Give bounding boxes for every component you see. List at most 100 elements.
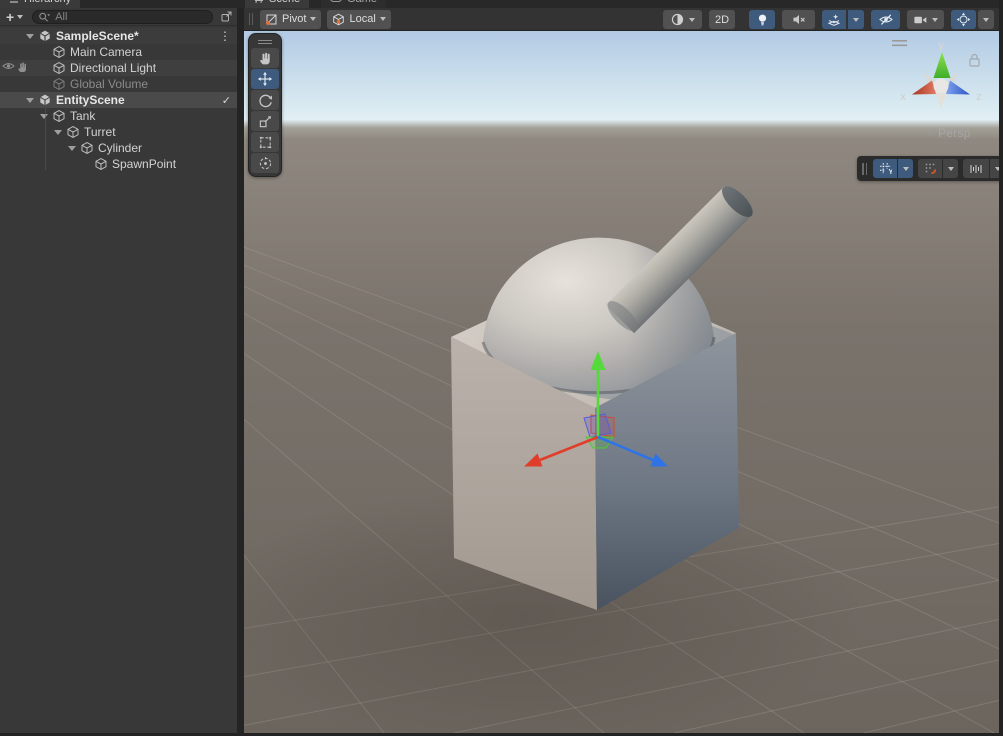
local-space-button[interactable]: Local <box>327 9 391 29</box>
gameobject-cube-icon <box>53 78 65 90</box>
view-hand-tool[interactable] <box>251 48 279 68</box>
hierarchy-row-samplescene[interactable]: SampleScene* ⋮ <box>0 28 237 44</box>
scene-effects-toggle[interactable] <box>822 10 846 29</box>
hierarchy-row-tank[interactable]: Tank <box>0 108 237 124</box>
hierarchy-row-entityscene[interactable]: EntityScene ✓ <box>0 92 237 108</box>
tools-overlay-handle[interactable] <box>251 36 279 47</box>
row-label: Global Volume <box>70 77 149 91</box>
local-icon <box>333 13 345 25</box>
hierarchy-row-spawnpoint[interactable]: SpawnPoint <box>0 156 237 172</box>
plus-icon: + <box>6 8 15 25</box>
grid-snap-dropdown[interactable] <box>943 159 958 178</box>
scene-options-menu[interactable]: ⋮ <box>219 28 231 44</box>
expand-arrow-icon[interactable] <box>68 145 76 151</box>
hierarchy-row-global-volume[interactable]: Global Volume <box>0 76 237 92</box>
row-label: EntityScene <box>56 93 125 107</box>
row-label: Turret <box>84 125 116 139</box>
gizmo-center-cube[interactable] <box>933 78 949 94</box>
search-icon <box>39 12 51 22</box>
chevron-down-icon <box>17 14 24 19</box>
shading-mode-button[interactable] <box>663 10 702 29</box>
window-edge <box>999 0 1003 736</box>
scene-lighting-toggle[interactable] <box>749 10 775 29</box>
local-label: Local <box>349 13 376 25</box>
chevron-down-icon <box>947 166 954 171</box>
search-placeholder: All <box>55 10 68 23</box>
hierarchy-row-directional-light[interactable]: Directional Light <box>0 60 237 76</box>
grid-y-icon: Y <box>879 163 892 175</box>
tab-scene[interactable]: Scene <box>245 0 310 8</box>
gameobject-cube-icon <box>67 126 79 138</box>
grid-snap-button[interactable] <box>918 159 942 178</box>
gameobject-cube-icon <box>95 158 107 170</box>
expand-arrow-icon[interactable] <box>54 129 62 135</box>
axis-z-cone[interactable] <box>946 80 970 95</box>
scene-render <box>244 31 999 733</box>
panel-splitter[interactable] <box>237 8 244 736</box>
visibility-eye-icon[interactable] <box>2 61 15 71</box>
scene-3d-viewport[interactable]: y x z < Persp Y <box>244 31 999 733</box>
gizmos-orbit-icon <box>956 12 971 27</box>
gameobject-cube-icon <box>53 110 65 122</box>
gizmos-dropdown-button[interactable] <box>978 10 994 29</box>
chevron-down-icon <box>983 17 989 22</box>
scene-audio-toggle[interactable] <box>782 10 815 29</box>
projection-mode-label[interactable]: < Persp <box>899 126 999 140</box>
hierarchy-row-cylinder[interactable]: Cylinder <box>0 140 237 156</box>
scale-tool[interactable] <box>251 111 279 131</box>
pivot-mode-button[interactable]: Pivot <box>260 9 322 29</box>
grid-visibility-dropdown[interactable] <box>898 159 913 178</box>
tab-hierarchy[interactable]: Hierarchy <box>0 0 81 8</box>
scene-camera-menu-button[interactable] <box>907 10 944 29</box>
active-scene-check-icon: ✓ <box>221 94 231 107</box>
chevron-down-icon <box>379 17 386 21</box>
hierarchy-tree: SampleScene* ⋮ Main Camera Directional L… <box>0 26 237 172</box>
hierarchy-row-turret[interactable]: Turret <box>0 124 237 140</box>
axis-y-cone[interactable] <box>933 52 951 78</box>
pickability-hand-icon[interactable] <box>17 61 28 73</box>
expand-arrow-icon[interactable] <box>40 113 48 119</box>
axis-y-label: y <box>938 40 944 52</box>
hierarchy-search-input[interactable]: All <box>32 9 213 24</box>
unity-scene-icon <box>40 30 50 41</box>
expand-arrow-icon[interactable] <box>26 97 34 103</box>
pivot-icon <box>266 14 277 25</box>
effects-dropdown-button[interactable] <box>848 10 864 29</box>
rotate-tool[interactable] <box>251 90 279 110</box>
move-icon <box>257 71 273 87</box>
grid-visibility-button[interactable]: Y <box>873 159 897 178</box>
transform-tool[interactable] <box>251 153 279 173</box>
indent-guide-line <box>45 108 46 170</box>
row-label: Main Camera <box>70 45 143 59</box>
axis-z-label: z <box>976 91 982 103</box>
snap-increment-dropdown[interactable] <box>990 159 999 178</box>
axis-x-cone[interactable] <box>912 80 936 95</box>
scene-toolbar-right: 2D <box>663 10 994 29</box>
grid-toolbar-handle[interactable] <box>862 162 867 175</box>
row-label: SampleScene* <box>56 29 139 43</box>
rect-tool-icon <box>259 136 271 148</box>
scene-visibility-toggle[interactable] <box>871 10 900 29</box>
hierarchy-tab-icon <box>10 0 18 3</box>
gizmos-toggle-button[interactable] <box>951 10 976 29</box>
lock-icon[interactable] <box>969 53 980 67</box>
rect-tool[interactable] <box>251 132 279 152</box>
unity-scene-icon <box>40 94 50 105</box>
hierarchy-panel: + All SampleScene* ⋮ Main Camera Directi… <box>0 8 237 733</box>
tab-scene-label: Scene <box>269 0 300 5</box>
create-object-button[interactable]: + <box>3 10 26 24</box>
snap-increment-button[interactable] <box>963 159 989 178</box>
hierarchy-row-main-camera[interactable]: Main Camera <box>0 44 237 60</box>
search-popout-button[interactable] <box>218 9 234 24</box>
2d-toggle-button[interactable]: 2D <box>709 10 735 29</box>
snap-increment-ruler-icon <box>970 164 982 173</box>
axis-neg-y-cone[interactable] <box>935 91 947 109</box>
axis-x-label: x <box>900 91 906 103</box>
toolbar-drag-handle[interactable] <box>249 13 253 25</box>
transform-icon <box>259 156 271 169</box>
expand-arrow-icon[interactable] <box>26 33 34 39</box>
popout-icon <box>221 11 231 22</box>
move-tool[interactable] <box>251 69 279 89</box>
tab-game[interactable]: Game <box>321 0 386 8</box>
overlay-menu-handle[interactable] <box>892 40 907 47</box>
